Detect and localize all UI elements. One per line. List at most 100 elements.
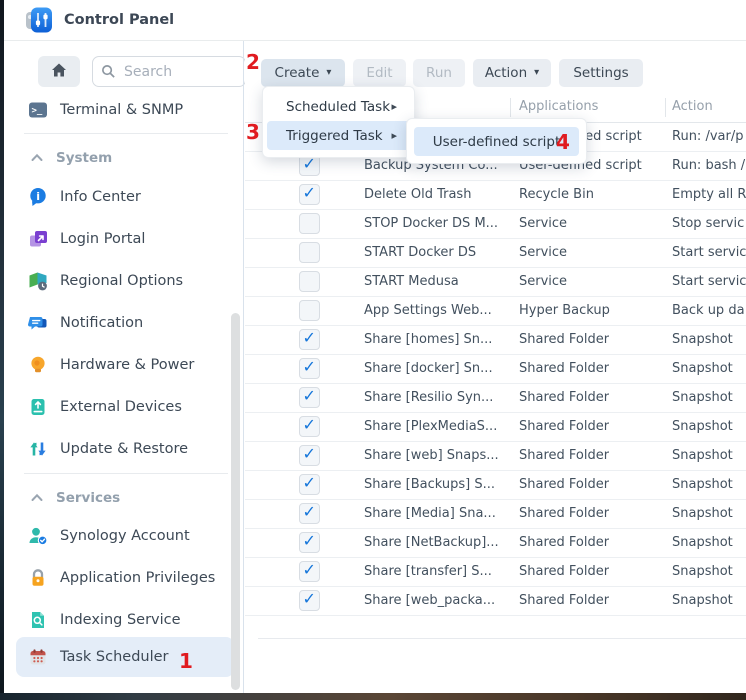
task-scheduler-icon	[28, 647, 48, 667]
applications-cell: Service	[519, 267, 567, 296]
table-row[interactable]: App Settings Web... Hyper Backup Back up d…	[245, 296, 746, 326]
table-row[interactable]: Share [PlexMediaS...Shared FolderSnapsho…	[245, 412, 746, 442]
row-checkbox[interactable]	[299, 561, 320, 582]
column-separator	[510, 98, 511, 117]
sidebar-item-login-portal[interactable]: Login Portal	[16, 223, 234, 255]
row-checkbox[interactable]	[299, 358, 320, 379]
sidebar-item-synology-account[interactable]: Synology Account	[16, 520, 234, 552]
terminal-icon: >_	[28, 100, 48, 120]
sidebar-item-label: Indexing Service	[60, 612, 181, 628]
column-separator	[665, 98, 666, 117]
row-checkbox[interactable]	[299, 300, 320, 321]
edit-button[interactable]: Edit	[353, 59, 406, 87]
table-row[interactable]: Delete Old TrashRecycle BinEmpty all R	[245, 180, 746, 210]
sidebar-item-label: Application Privileges	[60, 570, 215, 586]
sidebar-item-info-center[interactable]: iInfo Center	[16, 181, 234, 213]
task-name-cell: App Settings Web...	[364, 296, 492, 325]
menu-item-triggered-task[interactable]: Triggered Task▸	[267, 121, 410, 150]
menu-item-label: Triggered Task	[286, 128, 383, 144]
row-checkbox[interactable]	[299, 242, 320, 263]
sidebar-scrollbar-thumb[interactable]	[231, 313, 240, 690]
menu-item-scheduled-task[interactable]: Scheduled Task▸	[267, 92, 410, 121]
task-name-cell: Share [homes] Sn...	[364, 325, 492, 354]
sidebar-item-external-devices[interactable]: External Devices	[16, 391, 234, 423]
control-panel-window: Control Panel >_Terminal & SNMP System iIn…	[0, 0, 746, 700]
table-row[interactable]: Share [NetBackup]...Shared FolderSnapsho…	[245, 528, 746, 558]
table-row[interactable]: Share [web_packa...Shared FolderSnapshot	[245, 586, 746, 616]
applications-cell: Recycle Bin	[519, 180, 594, 209]
table-row[interactable]: Share [Resilio Syn...Shared FolderSnapsh…	[245, 383, 746, 413]
indexing-service-icon	[28, 610, 48, 630]
button-label: Action	[485, 65, 527, 81]
sidebar-item-regional-options[interactable]: Regional Options	[16, 265, 234, 297]
applications-cell: Service	[519, 209, 567, 238]
row-checkbox[interactable]	[299, 155, 320, 176]
action-cell: Snapshot	[672, 528, 746, 557]
row-checkbox[interactable]	[299, 590, 320, 611]
button-label: Create	[275, 65, 320, 81]
task-name-cell: STOP Docker DS M...	[364, 209, 498, 238]
applications-cell: Shared Folder	[519, 383, 609, 412]
action-button[interactable]: Action▾	[473, 59, 551, 87]
sidebar-section-system[interactable]: System	[16, 146, 234, 170]
row-checkbox[interactable]	[299, 329, 320, 350]
row-checkbox[interactable]	[299, 416, 320, 437]
applications-cell: Shared Folder	[519, 557, 609, 586]
row-checkbox[interactable]	[299, 213, 320, 234]
task-name-cell: Share [Resilio Syn...	[364, 383, 493, 412]
sidebar-item-hardware-power[interactable]: Hardware & Power	[16, 349, 234, 381]
section-label: Services	[56, 490, 120, 506]
row-checkbox[interactable]	[299, 532, 320, 553]
table-row[interactable]: Share [web] Snaps...Shared FolderSnapsho…	[245, 441, 746, 471]
table-row[interactable]: Share [docker] Sn...Shared FolderSnapsho…	[245, 354, 746, 384]
task-name-cell: START Docker DS	[364, 238, 476, 267]
run-button[interactable]: Run	[413, 59, 465, 87]
action-cell: Snapshot	[672, 441, 746, 470]
submenu-arrow-icon: ▸	[391, 100, 397, 113]
action-cell: Snapshot	[672, 586, 746, 615]
table-row[interactable]: START Docker DSServiceStart servic	[245, 238, 746, 268]
sidebar-item-update-restore[interactable]: Update & Restore	[16, 433, 234, 465]
row-checkbox[interactable]	[299, 503, 320, 524]
row-checkbox[interactable]	[299, 474, 320, 495]
task-name-cell: Share [web_packa...	[364, 586, 495, 615]
row-checkbox[interactable]	[299, 445, 320, 466]
panel-divider	[243, 41, 244, 693]
applications-cell: Hyper Backup	[519, 296, 610, 325]
table-row[interactable]: Share [Media] Sna...Shared FolderSnapsho…	[245, 499, 746, 529]
sidebar-item-terminal-snmp[interactable]: >_Terminal & SNMP	[16, 94, 234, 126]
table-row[interactable]: Share [homes] Sn...Shared FolderSnapshot	[245, 325, 746, 355]
action-cell: Back up da	[672, 296, 746, 325]
table-row[interactable]: STOP Docker DS M...ServiceStop servic	[245, 209, 746, 239]
row-checkbox[interactable]	[299, 271, 320, 292]
table-row[interactable]: Share [Backups] S...Shared FolderSnapsho…	[245, 470, 746, 500]
action-cell: Start servic	[672, 267, 746, 296]
desktop-wallpaper-bottom-edge	[0, 693, 746, 700]
search-icon	[101, 64, 116, 79]
sidebar-item-label: Info Center	[60, 189, 141, 205]
sidebar-item-indexing-service[interactable]: Indexing Service	[16, 604, 234, 636]
menu-item-user-defined-script[interactable]: User-defined script	[414, 127, 579, 156]
settings-button[interactable]: Settings	[559, 59, 643, 87]
update-restore-icon	[28, 439, 48, 459]
row-checkbox[interactable]	[299, 184, 320, 205]
menu-item-label: Scheduled Task	[286, 99, 390, 115]
sidebar-item-notification[interactable]: Notification	[16, 307, 234, 339]
row-checkbox[interactable]	[299, 387, 320, 408]
task-name-cell: Share [PlexMediaS...	[364, 412, 497, 441]
task-name-cell: Share [docker] Sn...	[364, 354, 493, 383]
create-button[interactable]: Create▾	[261, 59, 345, 87]
column-header-action[interactable]: Action	[672, 92, 713, 122]
task-name-cell: Share [transfer] S...	[364, 557, 492, 586]
button-label: Run	[426, 65, 452, 81]
sidebar-item-task-scheduler[interactable]: Task Scheduler	[16, 637, 234, 677]
control-panel-app-icon	[25, 6, 53, 34]
search-input[interactable]	[122, 63, 212, 81]
table-row[interactable]: START MedusaServiceStart servic	[245, 267, 746, 297]
window-title: Control Panel	[64, 12, 174, 28]
sidebar-section-services[interactable]: Services	[16, 486, 234, 510]
sidebar-item-label: Task Scheduler	[60, 649, 169, 665]
application-privileges-icon	[28, 568, 48, 588]
table-row[interactable]: Share [transfer] S...Shared FolderSnapsh…	[245, 557, 746, 587]
sidebar-item-application-privileges[interactable]: Application Privileges	[16, 562, 234, 594]
